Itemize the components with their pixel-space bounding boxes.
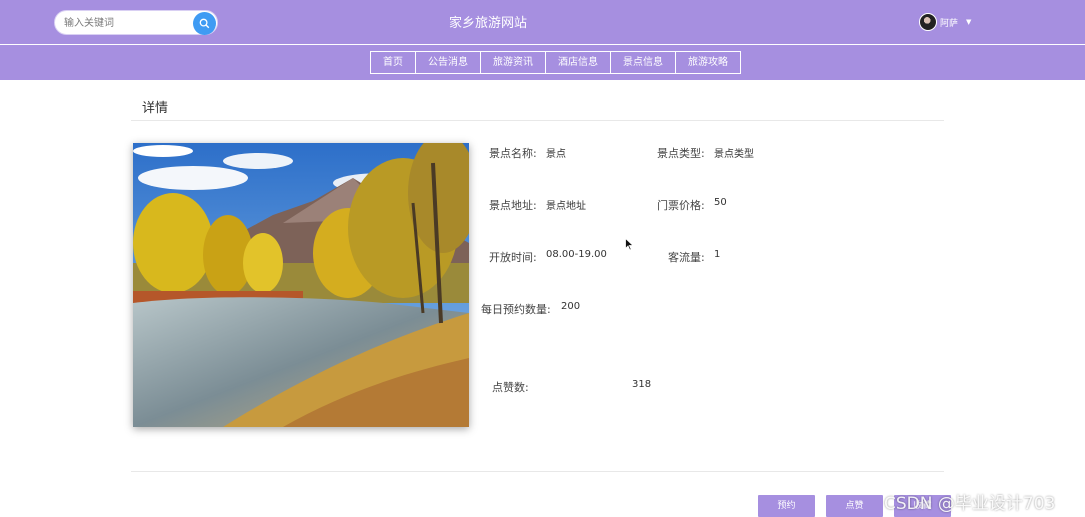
nav-bar: 首页 公告消息 旅游资讯 酒店信息 景点信息 旅游攻略 bbox=[0, 45, 1085, 80]
traffic-value: 1 bbox=[714, 249, 721, 260]
avatar bbox=[919, 13, 937, 31]
watermark: CSDN @毕业设计703 bbox=[884, 494, 1056, 514]
nav-item-announcements[interactable]: 公告消息 bbox=[416, 52, 481, 73]
name-value: 景点 bbox=[546, 149, 566, 160]
divider bbox=[131, 471, 944, 472]
mouse-cursor-icon bbox=[625, 236, 635, 255]
likes-value: 318 bbox=[632, 379, 652, 390]
address-label: 景点地址: bbox=[489, 199, 537, 212]
section-title: 详情 bbox=[142, 101, 169, 116]
nav-item-travel-news[interactable]: 旅游资讯 bbox=[481, 52, 546, 73]
like-button[interactable]: 点赞 bbox=[826, 495, 883, 517]
hours-label: 开放时间: bbox=[489, 251, 537, 264]
address-value: 景点地址 bbox=[546, 201, 586, 212]
user-menu[interactable]: 阿萨 ▼ bbox=[919, 13, 971, 31]
username: 阿萨 bbox=[940, 18, 959, 29]
type-value: 景点类型 bbox=[714, 149, 754, 160]
nav-item-guides[interactable]: 旅游攻略 bbox=[676, 52, 740, 73]
daily-bookings-value: 200 bbox=[561, 301, 581, 312]
name-label: 景点名称: bbox=[489, 147, 537, 160]
top-bar: 家乡旅游网站 阿萨 ▼ bbox=[0, 0, 1085, 44]
site-title: 家乡旅游网站 bbox=[448, 16, 527, 31]
price-label: 门票价格: bbox=[657, 199, 705, 212]
chevron-down-icon: ▼ bbox=[966, 18, 972, 26]
daily-bookings-label: 每日预约数量: bbox=[481, 303, 551, 316]
nav-item-hotels[interactable]: 酒店信息 bbox=[546, 52, 611, 73]
book-button[interactable]: 预约 bbox=[758, 495, 815, 517]
nav-item-attractions[interactable]: 景点信息 bbox=[611, 52, 676, 73]
likes-label: 点赞数: bbox=[492, 381, 529, 394]
main-nav: 首页 公告消息 旅游资讯 酒店信息 景点信息 旅游攻略 bbox=[370, 51, 741, 74]
traffic-label: 客流量: bbox=[668, 251, 705, 264]
nav-item-home[interactable]: 首页 bbox=[371, 52, 416, 73]
price-value: 50 bbox=[714, 197, 727, 208]
type-label: 景点类型: bbox=[657, 147, 705, 160]
attraction-image bbox=[133, 143, 469, 427]
divider bbox=[131, 120, 944, 121]
hours-value: 08.00-19.00 bbox=[546, 249, 607, 260]
